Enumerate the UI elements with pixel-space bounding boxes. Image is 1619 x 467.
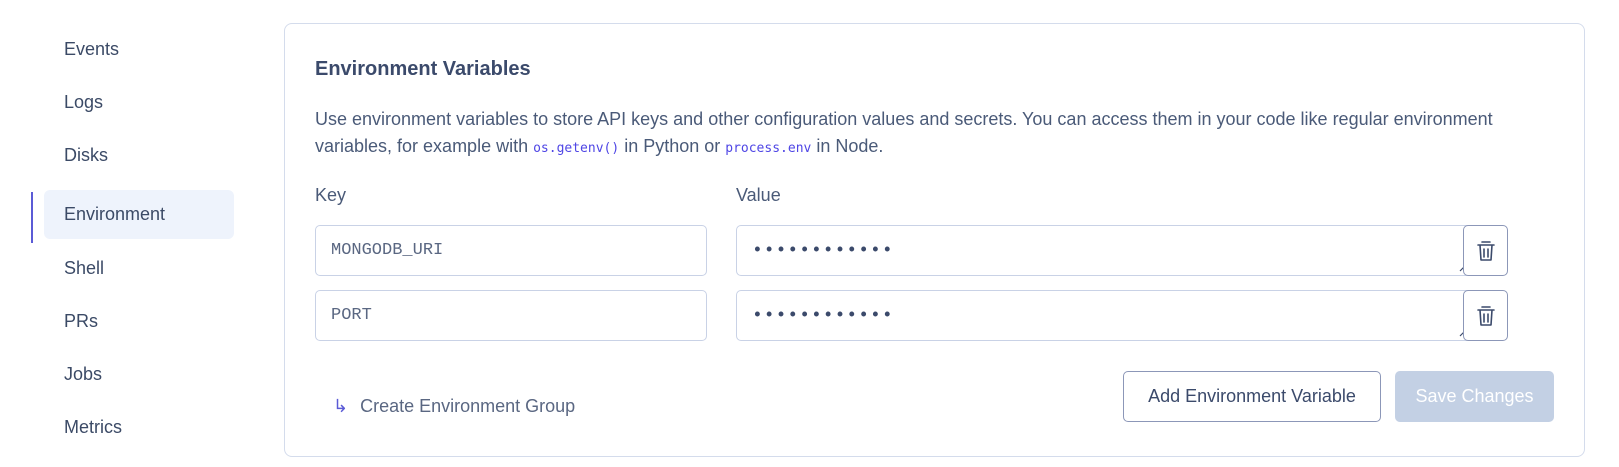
description-text: in Node. [811, 136, 884, 156]
sidebar-item-prs[interactable]: PRs [44, 296, 234, 346]
env-key-input[interactable]: PORT [315, 290, 707, 341]
sidebar-nav: Events Logs Disks Environment Shell PRs … [0, 0, 240, 467]
sidebar-item-events[interactable]: Events [44, 24, 234, 74]
sidebar-item-label: Shell [64, 257, 105, 278]
create-environment-group-label: Create Environment Group [360, 396, 576, 416]
sidebar-item-label: Events [64, 38, 120, 59]
description-text: in Python or [619, 136, 726, 156]
save-changes-button[interactable]: Save Changes [1395, 371, 1554, 422]
value-column-label: Value [736, 185, 781, 205]
sidebar-item-label: Logs [64, 91, 104, 112]
sidebar-item-metrics[interactable]: Metrics [44, 402, 234, 452]
env-value-input[interactable]: •••••••••••• [736, 225, 1472, 276]
card-description: Use environment variables to store API k… [315, 106, 1565, 162]
code-process-env: process.env [725, 141, 812, 156]
delete-variable-button[interactable] [1463, 225, 1508, 276]
add-environment-variable-button[interactable]: Add Environment Variable [1123, 371, 1381, 422]
description-text: Use environment variables to store API k… [315, 109, 1493, 156]
sidebar-item-shell[interactable]: Shell [44, 243, 234, 293]
active-indicator [31, 192, 33, 243]
sidebar-item-environment[interactable]: Environment [44, 190, 234, 239]
delete-variable-button[interactable] [1463, 290, 1508, 341]
sidebar-item-jobs[interactable]: Jobs [44, 349, 234, 399]
trash-icon [1476, 305, 1495, 326]
card-title: Environment Variables [315, 58, 531, 80]
sidebar-item-label: Disks [64, 144, 108, 165]
environment-variables-card: Environment Variables Use environment va… [284, 23, 1585, 457]
code-os-getenv: os.getenv() [533, 141, 620, 156]
trash-icon [1476, 240, 1495, 261]
sidebar-item-label: Metrics [64, 416, 122, 437]
create-environment-group-link[interactable]: ↳ Create Environment Group [333, 396, 575, 417]
corner-down-right-icon: ↳ [333, 396, 349, 416]
sidebar-item-logs[interactable]: Logs [44, 77, 234, 127]
sidebar-item-label: Jobs [64, 363, 103, 384]
sidebar-item-label: Environment [64, 204, 166, 224]
masked-value: •••••••••••• [752, 305, 894, 326]
sidebar-item-disks[interactable]: Disks [44, 130, 234, 180]
masked-value: •••••••••••• [752, 240, 894, 261]
env-value-input[interactable]: •••••••••••• [736, 290, 1472, 341]
sidebar-item-label: PRs [64, 310, 99, 331]
env-key-input[interactable]: MONGODB_URI [315, 225, 707, 276]
key-column-label: Key [315, 185, 347, 205]
